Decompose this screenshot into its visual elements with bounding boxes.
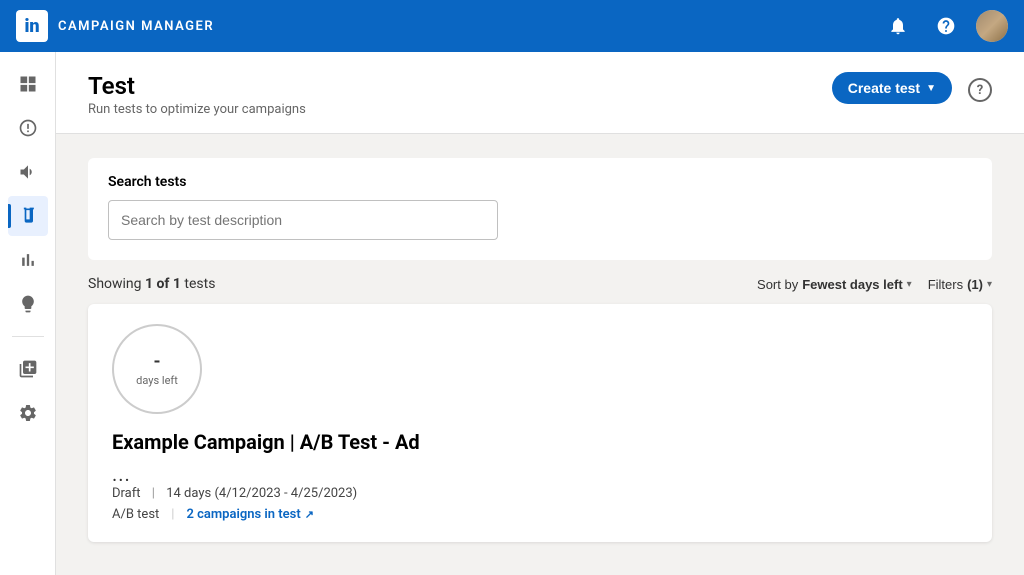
sidebar-item-assets[interactable] (8, 349, 48, 389)
logo-area: in CAMPAIGN MANAGER (16, 10, 214, 42)
ab-separator: | (171, 507, 174, 522)
page-header-right: Create test ▼ ? (832, 72, 992, 104)
test-date-range: (4/12/2023 - 4/25/2023) (214, 486, 357, 501)
create-test-button[interactable]: Create test ▼ (832, 72, 952, 104)
ab-label: A/B test (112, 507, 159, 522)
page-title-section: Test Run tests to optimize your campaign… (88, 72, 306, 117)
main-content: Test Run tests to optimize your campaign… (56, 52, 1024, 575)
meta-separator: | (152, 486, 155, 501)
app-title: CAMPAIGN MANAGER (58, 19, 214, 34)
card-meta: Draft | 14 days (4/12/2023 - 4/25/2023) (112, 486, 968, 501)
test-status: Draft (112, 486, 141, 501)
help-circle-icon[interactable] (928, 8, 964, 44)
results-controls: Sort by Fewest days left ▾ Filters(1) ▾ (757, 277, 992, 292)
linkedin-logo-icon: in (16, 10, 48, 42)
card-ab-row: A/B test | 2 campaigns in test ↗ (112, 507, 968, 522)
sidebar-divider (12, 336, 44, 337)
sidebar-item-explore[interactable] (8, 108, 48, 148)
page-header: Test Run tests to optimize your campaign… (56, 52, 1024, 134)
results-count: Showing 1 of 1 tests (88, 276, 215, 292)
sidebar-item-analytics[interactable] (8, 240, 48, 280)
chevron-down-icon: ▼ (926, 83, 936, 94)
results-bar: Showing 1 of 1 tests Sort by Fewest days… (88, 276, 992, 292)
days-label: days left (136, 374, 178, 387)
sidebar-item-test[interactable] (8, 196, 48, 236)
test-card: - days left Example Campaign | A/B Test … (88, 304, 992, 542)
search-input[interactable] (108, 200, 498, 240)
test-duration: 14 days (166, 486, 211, 501)
campaigns-in-test-link[interactable]: 2 campaigns in test ↗ (186, 507, 313, 522)
user-avatar[interactable] (976, 10, 1008, 42)
page-subtitle: Run tests to optimize your campaigns (88, 102, 306, 117)
sort-chevron-icon: ▾ (907, 279, 912, 290)
body-content: Search tests Showing 1 of 1 tests Sort b… (56, 134, 1024, 566)
page-help-icon[interactable]: ? (968, 78, 992, 102)
main-layout: Test Run tests to optimize your campaign… (0, 52, 1024, 575)
sidebar (0, 52, 56, 575)
card-more-options[interactable]: ... (112, 462, 968, 486)
days-number: - (153, 351, 160, 372)
search-label: Search tests (108, 174, 972, 190)
create-test-label: Create test (848, 80, 920, 96)
page-title: Test (88, 72, 306, 100)
notifications-bell-icon[interactable] (880, 8, 916, 44)
days-circle: - days left (112, 324, 202, 414)
search-section: Search tests (88, 158, 992, 260)
sidebar-item-dashboard[interactable] (8, 64, 48, 104)
filter-button[interactable]: Filters(1) ▾ (928, 277, 992, 292)
card-top: - days left (112, 324, 968, 414)
test-name: Example Campaign | A/B Test - Ad (112, 430, 968, 454)
header: in CAMPAIGN MANAGER (0, 0, 1024, 52)
sort-button[interactable]: Sort by Fewest days left ▾ (757, 277, 912, 292)
sidebar-item-insights[interactable] (8, 284, 48, 324)
sidebar-item-settings[interactable] (8, 393, 48, 433)
sidebar-item-advertise[interactable] (8, 152, 48, 192)
filter-chevron-icon: ▾ (987, 279, 992, 290)
external-link-icon: ↗ (305, 508, 314, 521)
